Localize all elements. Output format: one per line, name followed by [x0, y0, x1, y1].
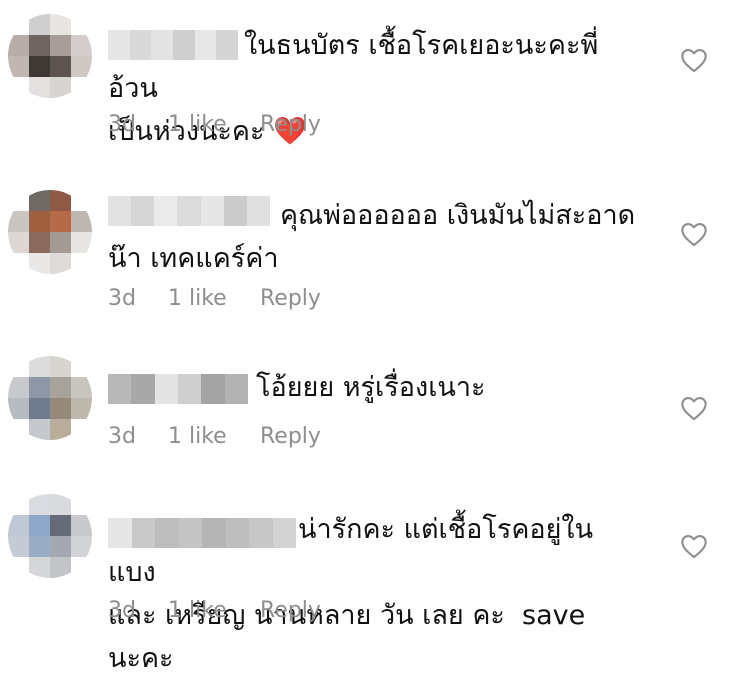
likes-count-link[interactable]: 1 like	[168, 286, 260, 311]
avatar[interactable]	[8, 14, 92, 98]
reply-button[interactable]: Reply	[260, 598, 321, 623]
reply-button[interactable]: Reply	[260, 286, 321, 311]
comment-meta: 3d 1 like Reply	[108, 598, 321, 623]
comment-time: 3d	[108, 112, 136, 137]
comment-text: น่ารักคะ แต่เชื้อโรคอยู่ในแบง และ เหรียญ…	[108, 514, 594, 674]
likes-count-link[interactable]: 1 like	[168, 112, 260, 137]
heart-outline-icon[interactable]	[680, 221, 708, 247]
comment-text: คุณพ่ออออออ เงินมันไม่สะอาด น๊า เทคแคร์ค…	[108, 200, 636, 274]
heart-outline-icon[interactable]	[680, 47, 708, 73]
comment-time: 3d	[108, 424, 136, 449]
avatar[interactable]	[8, 356, 92, 440]
likes-count-link[interactable]: 1 like	[168, 598, 260, 623]
heart-outline-icon[interactable]	[680, 395, 708, 421]
comment-text: โอ้ยยย หรู่เรื่องเนาะ	[256, 372, 486, 403]
reply-button[interactable]: Reply	[260, 112, 321, 137]
avatar[interactable]	[8, 190, 92, 274]
likes-count-link[interactable]: 1 like	[168, 424, 260, 449]
comment-time: 3d	[108, 598, 136, 623]
comment-time: 3d	[108, 286, 136, 311]
reply-button[interactable]: Reply	[260, 424, 321, 449]
avatar[interactable]	[8, 494, 92, 578]
comment-meta: 3d 1 like Reply	[108, 112, 321, 137]
comment-meta: 3d 1 like Reply	[108, 424, 321, 449]
heart-outline-icon[interactable]	[680, 533, 708, 559]
comment-meta: 3d 1 like Reply	[108, 286, 321, 311]
